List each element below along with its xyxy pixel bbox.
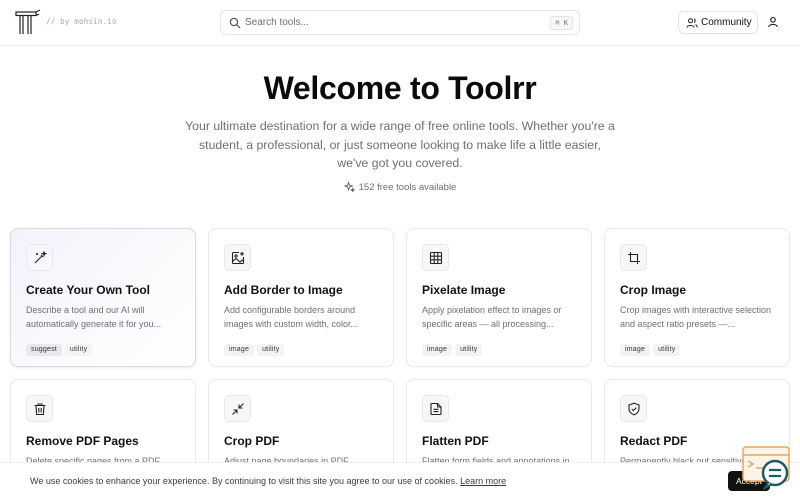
card-title: Crop PDF <box>224 434 280 448</box>
tool-card-add-border-to-image[interactable]: Add Border to Image Add configurable bor… <box>208 228 394 367</box>
card-icon-box <box>422 395 449 422</box>
card-tags: image utility <box>224 338 287 356</box>
card-icon-box <box>224 244 251 271</box>
card-description: Describe a tool and our AI will automati… <box>26 305 162 329</box>
tool-card-pixelate-image[interactable]: Pixelate Image Apply pixelation effect t… <box>406 228 592 367</box>
card-icon-box <box>26 395 53 422</box>
image-plus-icon <box>231 251 245 265</box>
help-chat-widget-icon[interactable] <box>742 446 792 490</box>
tag[interactable]: image <box>422 344 453 356</box>
magic-wand-icon <box>34 251 47 264</box>
card-tags: image utility <box>422 338 485 356</box>
search-box[interactable]: Search tools... ⌘ K <box>220 10 580 35</box>
user-icon[interactable] <box>767 16 779 28</box>
search-placeholder: Search tools... <box>245 17 309 28</box>
tag[interactable]: utility <box>455 344 483 356</box>
grid-icon <box>429 251 443 265</box>
card-title: Crop Image <box>620 283 687 297</box>
card-icon-box <box>620 244 647 271</box>
card-description: Crop images with interactive selection a… <box>620 305 772 329</box>
community-label: Community <box>701 17 752 28</box>
shield-check-icon <box>628 402 640 416</box>
search-shortcut-badge: ⌘ K <box>550 16 573 30</box>
learn-more-link[interactable]: Learn more <box>460 476 506 486</box>
tool-card-crop-image[interactable]: Crop Image Crop images with interactive … <box>604 228 790 367</box>
page-title: Welcome to Toolrr <box>263 70 537 106</box>
card-icon-box <box>422 244 449 271</box>
cookie-banner: We use cookies to enhance your experienc… <box>0 462 800 500</box>
card-title: Remove PDF Pages <box>26 434 139 448</box>
cookie-message: We use cookies to enhance your experienc… <box>30 476 506 486</box>
card-icon-box <box>26 244 53 271</box>
card-tags: suggest utility <box>26 338 95 356</box>
toolrr-logo[interactable] <box>14 9 42 37</box>
tool-count-text: 152 free tools available <box>358 182 457 193</box>
tag[interactable]: utility <box>653 344 681 356</box>
card-title: Create Your Own Tool <box>26 283 151 297</box>
tool-card-create-your-own[interactable]: Create Your Own Tool Describe a tool and… <box>10 228 196 367</box>
sparkles-icon <box>343 181 355 192</box>
trash-icon <box>34 403 46 416</box>
card-title: Flatten PDF <box>422 434 489 448</box>
card-title: Pixelate Image <box>422 283 506 297</box>
crop-icon <box>628 252 640 264</box>
users-icon <box>686 18 698 28</box>
page-subtitle: Your ultimate destination for a wide ran… <box>185 119 615 170</box>
card-title: Redact PDF <box>620 434 688 448</box>
tag[interactable]: image <box>620 344 651 356</box>
tag[interactable]: utility <box>257 344 285 356</box>
file-text-icon <box>430 402 442 416</box>
card-description: Apply pixelation effect to images or spe… <box>422 305 562 329</box>
tag[interactable]: utility <box>64 344 93 356</box>
author-byline[interactable]: // by mohsin.io <box>46 17 117 26</box>
shrink-icon <box>232 403 244 415</box>
card-icon-box <box>620 395 647 422</box>
community-button[interactable]: Community <box>678 11 758 34</box>
card-icon-box <box>224 395 251 422</box>
tag[interactable]: image <box>224 344 255 356</box>
card-title: Add Border to Image <box>224 283 343 297</box>
top-bar: // by mohsin.io Search tools... ⌘ K Comm… <box>0 0 800 46</box>
cookie-message-text: We use cookies to enhance your experienc… <box>30 476 458 486</box>
card-tags: image utility <box>620 338 683 356</box>
tag[interactable]: suggest <box>26 344 62 356</box>
card-description: Add configurable borders around images w… <box>224 305 359 329</box>
tool-count: 152 free tools available <box>0 181 800 193</box>
search-icon <box>229 17 241 29</box>
